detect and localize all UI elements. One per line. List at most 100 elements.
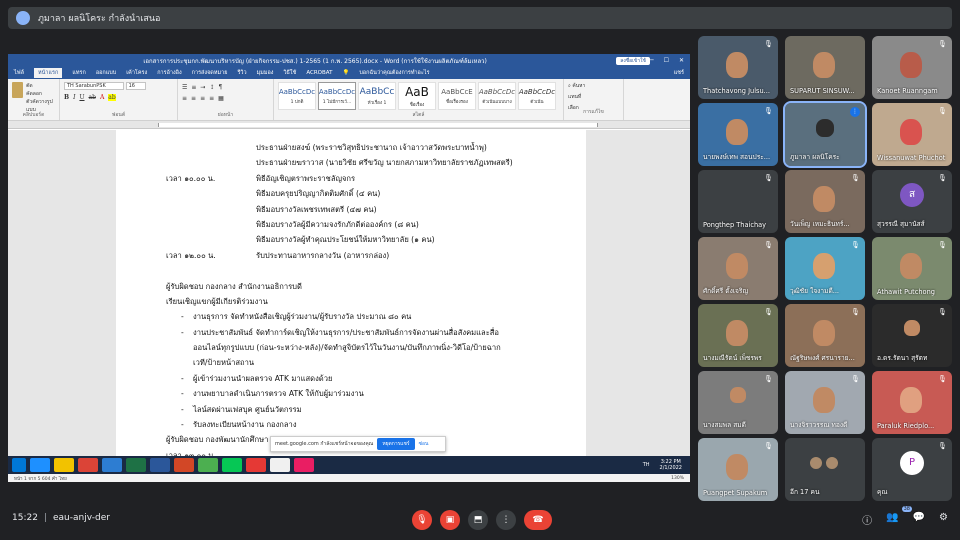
signin-button[interactable]: ลงชื่อเข้าใช้ — [616, 56, 650, 65]
clipboard-group-label: คลิปบอร์ด — [22, 112, 45, 118]
document-area[interactable]: ประธานฝ่ายสงฆ์ (พระราชวิสุทธิประชานาถ เจ… — [8, 130, 690, 464]
edge-icon[interactable] — [30, 458, 50, 472]
share-button[interactable]: แชร์ — [674, 69, 690, 77]
participant-tile[interactable]: 🎙 อ.ดร.รัตนา สุรัตท — [872, 304, 952, 367]
more-options-button[interactable]: ⋮ — [496, 510, 516, 530]
tab-references[interactable]: การอ้างอิง — [157, 69, 181, 77]
participant-tile[interactable]: SUPARUT SINSUW... — [785, 36, 865, 99]
app-icon[interactable] — [102, 458, 122, 472]
paste-icon[interactable] — [12, 82, 24, 98]
ruler[interactable] — [8, 121, 690, 129]
strikethrough-icon[interactable]: ab — [89, 94, 96, 101]
minimize-icon[interactable]: ─ — [650, 57, 654, 64]
zoom-level[interactable]: 130% — [671, 476, 684, 481]
word-icon[interactable] — [150, 458, 170, 472]
bold-icon[interactable]: B — [64, 94, 69, 101]
present-button[interactable]: ⬒ — [468, 510, 488, 530]
tab-help[interactable]: วิธีใช้ — [283, 69, 296, 77]
participant-tile[interactable]: 🎙 นายพงษ์เทพ สอนประ... — [698, 103, 778, 166]
style-normal[interactable]: AaBbCcDc 1 ปกติ — [278, 82, 316, 110]
tab-layout[interactable]: เค้าโครง — [126, 69, 147, 77]
tab-insert[interactable]: แทรก — [72, 69, 85, 77]
tab-acrobat[interactable]: ACROBAT — [306, 70, 332, 76]
camera-toggle-button[interactable]: ▣ — [440, 510, 460, 530]
align-right-icon[interactable]: ≡ — [200, 95, 205, 102]
font-name-select[interactable]: TH SarabunPSK — [64, 82, 124, 90]
show-marks-icon[interactable]: ¶ — [218, 84, 222, 91]
close-icon[interactable]: ✕ — [679, 57, 684, 64]
tab-home[interactable]: หน้าแรก — [34, 68, 63, 78]
mic-toggle-button[interactable]: 🎙 — [412, 510, 432, 530]
line-icon[interactable] — [222, 458, 242, 472]
participant-tile[interactable]: 🎙 ศักดิ์ศรี ตั้งเจริญ — [698, 237, 778, 300]
chat-icon[interactable]: 💬 — [913, 512, 925, 527]
participant-tile[interactable]: 🎙 Kanoet Ruanngam — [872, 36, 952, 99]
participant-tile[interactable]: 🎙 Pongthep Thaichay — [698, 170, 778, 233]
participant-tile[interactable]: ⋮ ภูมาลา ผลนิโคระ — [783, 101, 867, 168]
activities-icon[interactable]: ⚙ — [939, 512, 948, 527]
self-tile[interactable]: P 🎙 คุณ — [872, 438, 952, 501]
copy-button[interactable]: คัดลอก — [26, 90, 55, 98]
participant-tile[interactable]: 🎙 นางสมพล สมดี — [698, 371, 778, 434]
italic-icon[interactable]: I — [73, 94, 75, 101]
participant-tile[interactable]: 🎙 นางจิราวรรณ ทองดี — [785, 371, 865, 434]
hide-notice-button[interactable]: ซ่อน — [419, 440, 429, 448]
replace-button[interactable]: แทนที่ — [568, 93, 619, 101]
participant-tile[interactable]: ส 🎙 สุวรรณี สุมานัสส์ — [872, 170, 952, 233]
bullets-icon[interactable]: ☰ — [182, 84, 187, 91]
style-heading-1[interactable]: AaBbCc หัวเรื่อง 1 — [358, 82, 396, 110]
participant-tile[interactable]: 🎙 ณัฐริษพงศ์ ศรนาราย... — [785, 304, 865, 367]
info-icon[interactable]: ⓘ — [862, 512, 872, 527]
maximize-icon[interactable]: ☐ — [664, 57, 669, 64]
participant-tile[interactable]: 🎙 นางมณีรัตน์ เพ็ชรพร — [698, 304, 778, 367]
app-icon[interactable] — [198, 458, 218, 472]
justify-icon[interactable]: ≡ — [209, 95, 214, 102]
style-title[interactable]: AaB ชื่อเรื่อง — [398, 82, 436, 110]
style-emphasis[interactable]: AaBbCcDc ตัวเน้น — [518, 82, 556, 110]
shading-icon[interactable]: ▦ — [218, 95, 224, 102]
tab-design[interactable]: ออกแบบ — [96, 69, 116, 77]
style-subtle-emphasis[interactable]: AaBbCcDc ตัวเน้นแบบบาง — [478, 82, 516, 110]
align-left-icon[interactable]: ≡ — [182, 95, 187, 102]
sort-icon[interactable]: ↕ — [209, 84, 214, 91]
more-participants-tile[interactable]: อีก 17 คน — [785, 438, 865, 501]
folder-icon[interactable] — [54, 458, 74, 472]
app-icon[interactable] — [294, 458, 314, 472]
document-page[interactable]: ประธานฝ่ายสงฆ์ (พระราชวิสุทธิประชานาถ เจ… — [116, 130, 586, 464]
style-subtitle[interactable]: AaBbCcE ชื่อเรื่องรอง — [438, 82, 476, 110]
align-center-icon[interactable]: ≡ — [191, 95, 196, 102]
indent-icon[interactable]: ⇥ — [200, 84, 205, 91]
tab-review[interactable]: รีวิว — [237, 69, 246, 77]
participant-tile[interactable]: 🎙 วันเพ็ญ เหมะธินทร์... — [785, 170, 865, 233]
end-call-button[interactable]: ☎ — [524, 510, 552, 530]
participant-tile[interactable]: 🎙 Paraluk Riedplo... — [872, 371, 952, 434]
participant-tile[interactable]: 🎙 Wissanuwat Phuchot — [872, 103, 952, 166]
language-indicator[interactable]: TH — [643, 462, 650, 468]
tab-mailings[interactable]: การส่งจดหมาย — [192, 69, 228, 77]
tab-view[interactable]: มุมมอง — [257, 69, 274, 77]
excel-icon[interactable] — [126, 458, 146, 472]
taskbar-clock[interactable]: 3:22 PM 2/1/2022 — [660, 459, 682, 471]
highlight-icon[interactable]: ab — [108, 94, 116, 101]
participant-tile[interactable]: 🎙 Thatchavong Julsu... — [698, 36, 778, 99]
participant-tile[interactable]: 🎙 Puangpet Supakum — [698, 438, 778, 501]
stop-sharing-button[interactable]: หยุดการแชร์ — [377, 438, 415, 450]
numbering-icon[interactable]: ≡ — [191, 84, 196, 91]
app-icon[interactable] — [270, 458, 290, 472]
start-icon[interactable] — [12, 458, 26, 472]
participant-tile[interactable]: 🎙 Athawit Putchong — [872, 237, 952, 300]
tell-me-field[interactable]: บอกฉันว่าคุณต้องการทำอะไร — [359, 69, 429, 77]
tab-file[interactable]: ไฟล์ — [14, 69, 24, 77]
acrobat-icon[interactable] — [246, 458, 266, 472]
find-button[interactable]: ⌕ ค้นหา — [568, 82, 619, 90]
underline-icon[interactable]: U — [79, 94, 84, 101]
chrome-icon[interactable] — [78, 458, 98, 472]
style-no-spacing[interactable]: AaBbCcDc 1 ไม่มีการเว้... — [318, 82, 356, 110]
powerpoint-icon[interactable] — [174, 458, 194, 472]
font-color-icon[interactable]: A — [100, 94, 104, 101]
participant-tile[interactable]: 🎙 วุฒิชัย ใจงามดี... — [785, 237, 865, 300]
mic-off-icon: 🎙 — [938, 40, 947, 48]
font-size-select[interactable]: 16 — [125, 82, 146, 90]
cut-button[interactable]: ตัด — [26, 82, 55, 90]
people-icon[interactable]: 👥 — [886, 512, 898, 527]
